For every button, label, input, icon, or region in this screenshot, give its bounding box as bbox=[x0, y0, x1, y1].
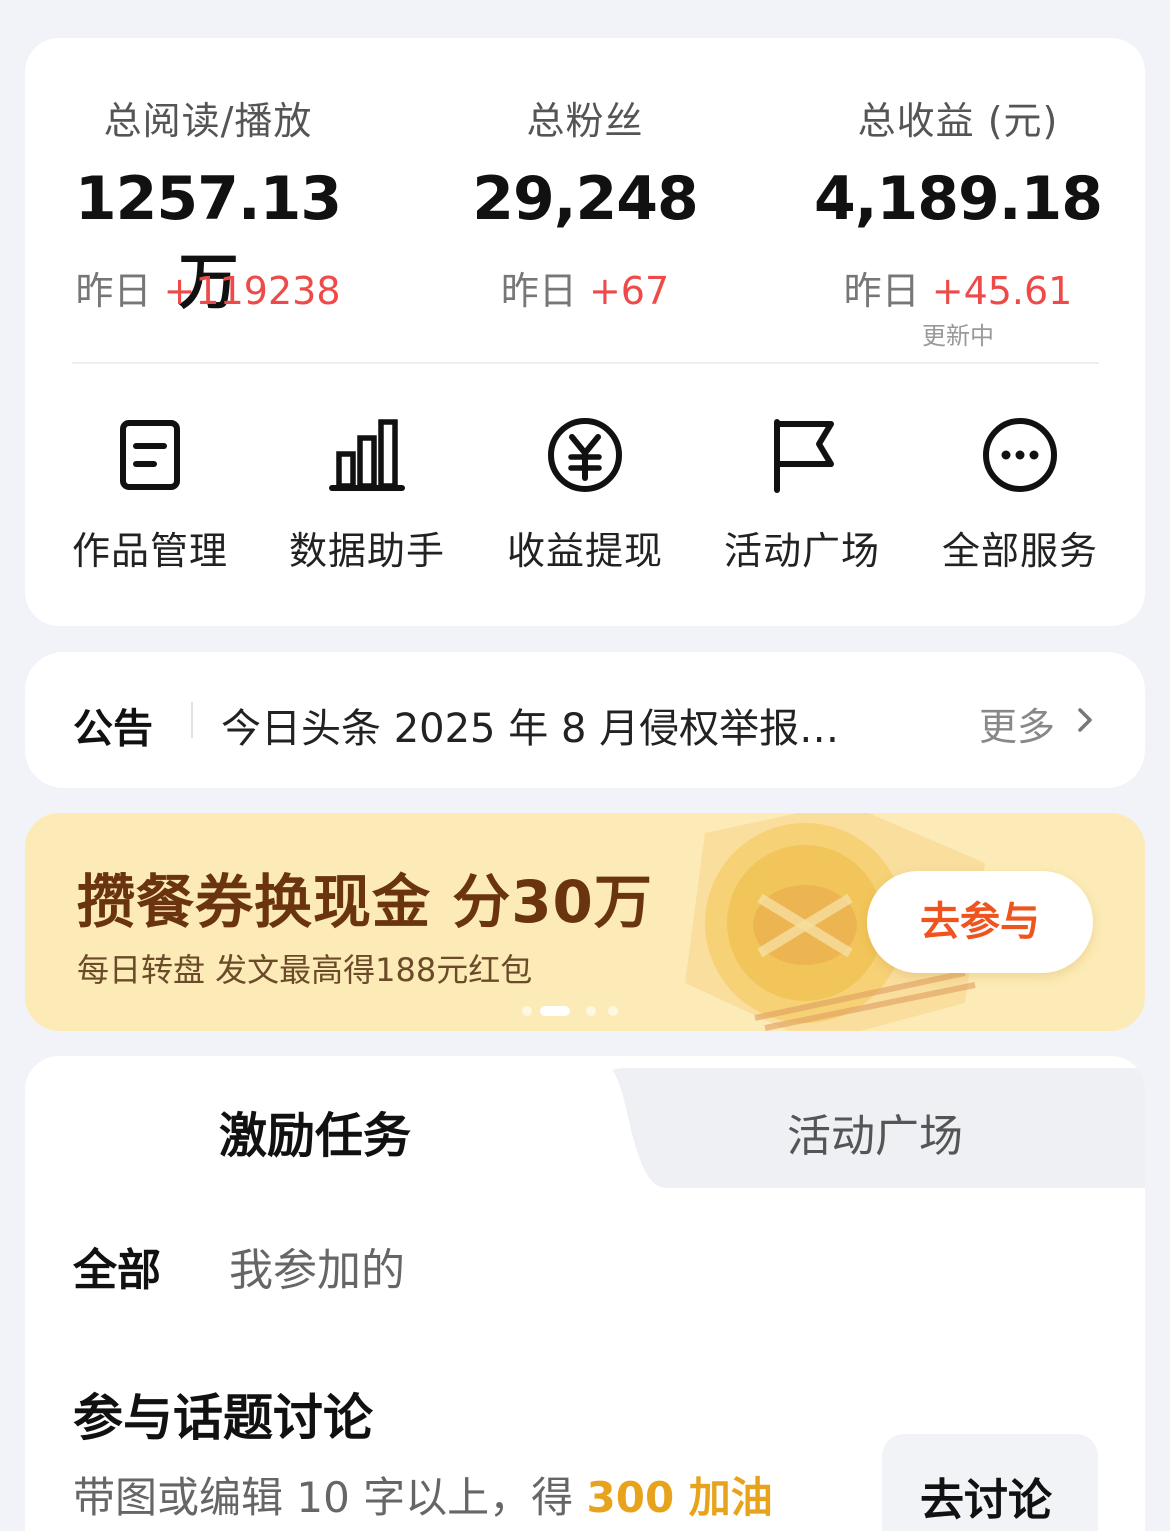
tasks-panel: 激励任务 活动广场 全部 我参加的 参与话题讨论 带图或编辑 10 字以上，得 … bbox=[25, 1056, 1145, 1531]
delta-value: +45.61 bbox=[931, 269, 1073, 313]
service-income-withdraw[interactable]: 收益提现 bbox=[485, 410, 685, 575]
more-link[interactable]: 更多 bbox=[979, 696, 1055, 751]
carousel-dot[interactable] bbox=[586, 1006, 596, 1016]
flag-icon bbox=[757, 410, 847, 500]
stat-delta: 昨日 +67 bbox=[415, 260, 755, 315]
service-label: 收益提现 bbox=[506, 529, 663, 573]
delta-value: +67 bbox=[588, 269, 670, 313]
stat-label: 总阅读/播放 bbox=[103, 99, 313, 143]
delta-prefix: 昨日 bbox=[75, 269, 152, 313]
task-title: 参与话题讨论 bbox=[73, 1389, 373, 1447]
service-label: 活动广场 bbox=[723, 529, 880, 573]
carousel-dot[interactable] bbox=[522, 1006, 532, 1016]
delta-prefix: 昨日 bbox=[500, 269, 577, 313]
announcement-text[interactable]: 今日头条 2025 年 8 月侵权举报… bbox=[221, 696, 921, 754]
join-button[interactable]: 去参与 bbox=[867, 871, 1093, 973]
filter-joined[interactable]: 我参加的 bbox=[229, 1234, 405, 1298]
delta-prefix: 昨日 bbox=[843, 269, 920, 313]
announcement-bar[interactable]: 公告 今日头条 2025 年 8 月侵权举报… 更多 bbox=[25, 652, 1145, 788]
task-reward: 300 加油 bbox=[586, 1473, 773, 1522]
tab-activity-square[interactable]: 活动广场 bbox=[605, 1100, 1145, 1164]
service-activity-square[interactable]: 活动广场 bbox=[702, 410, 902, 575]
update-status: 更新中 bbox=[922, 322, 994, 350]
banner-title: 攒餐券换现金 分30万 bbox=[77, 868, 653, 936]
more-dots-icon bbox=[975, 410, 1065, 500]
document-icon bbox=[105, 410, 195, 500]
service-label: 全部服务 bbox=[941, 529, 1098, 573]
go-discuss-label: 去讨论 bbox=[920, 1475, 1052, 1526]
chevron-right-icon[interactable] bbox=[1073, 704, 1097, 736]
service-all-services[interactable]: 全部服务 bbox=[920, 410, 1120, 575]
service-works-management[interactable]: 作品管理 bbox=[50, 410, 250, 575]
carousel-dot[interactable] bbox=[608, 1006, 618, 1016]
promo-banner[interactable]: 攒餐券换现金 分30万 每日转盘 发文最高得188元红包 去参与 bbox=[25, 813, 1145, 1031]
stat-label: 总粉丝 bbox=[526, 99, 644, 143]
stat-value: 4,189.18 bbox=[813, 164, 1103, 234]
divider bbox=[72, 362, 1099, 364]
task-description: 带图或编辑 10 字以上，得 300 加油 bbox=[73, 1464, 773, 1525]
carousel-dot-active[interactable] bbox=[540, 1006, 570, 1016]
stat-delta: 昨日 +119238 bbox=[38, 260, 378, 315]
announcement-title: 公告 bbox=[73, 706, 153, 752]
task-desc-text: 带图或编辑 10 字以上，得 bbox=[73, 1473, 587, 1522]
tab-incentive-tasks[interactable]: 激励任务 bbox=[25, 1096, 605, 1166]
go-discuss-button[interactable]: 去讨论 bbox=[882, 1434, 1098, 1531]
stat-delta: 昨日 +45.61 bbox=[788, 260, 1128, 315]
service-label: 数据助手 bbox=[288, 529, 445, 573]
stat-label: 总收益 (元) bbox=[857, 99, 1059, 143]
yuan-coin-icon bbox=[540, 410, 630, 500]
service-label: 作品管理 bbox=[71, 529, 228, 573]
divider bbox=[191, 702, 193, 738]
service-data-assistant[interactable]: 数据助手 bbox=[267, 410, 467, 575]
delta-value: +119238 bbox=[163, 269, 341, 313]
banner-subtitle: 每日转盘 发文最高得188元红包 bbox=[77, 951, 533, 989]
stats-card: 总阅读/播放 1257.13 万 昨日 +119238 总粉丝 29,248 昨… bbox=[25, 38, 1145, 626]
filter-all[interactable]: 全部 bbox=[73, 1234, 161, 1298]
bar-chart-icon bbox=[322, 410, 412, 500]
stat-value: 29,248 bbox=[472, 164, 699, 234]
